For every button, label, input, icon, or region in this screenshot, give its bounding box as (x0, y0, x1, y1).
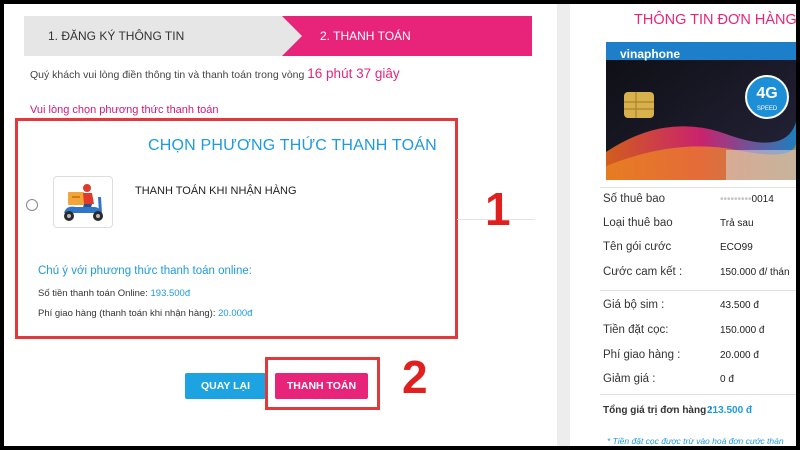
summary-label: Cước cam kết : (603, 266, 683, 278)
step-register-info[interactable]: 1. ĐĂNG KÝ THÔNG TIN (24, 16, 302, 56)
notice-text: Quý khách vui lòng điền thông tin và tha… (30, 69, 305, 81)
ship-fee-line: Phí giao hàng (thanh toán khi nhận hàng)… (38, 308, 252, 319)
deposit-footnote: * Tiền đặt cọc được trừ vào hoá đơn cước… (607, 436, 784, 446)
summary-row-total: Tổng giá trị đơn hàng : 213.500 đ (603, 404, 796, 422)
time-limit-notice: Quý khách vui lòng điền thông tin và tha… (30, 66, 400, 81)
sim-card-image: vinaphone 4G SPEED (606, 42, 796, 180)
summary-row-package: Tên gói cước ECO99 (603, 241, 796, 259)
online-amount-label: Số tiền thanh toán Online: (38, 288, 148, 299)
order-summary-title: THÔNG TIN ĐƠN HÀNG (634, 12, 796, 28)
countdown-timer: 16 phút 37 giây (307, 66, 400, 81)
summary-divider (600, 394, 796, 395)
phone-suffix: 0014 (751, 194, 774, 205)
annotation-number-1: 1 (485, 183, 511, 235)
summary-row-plan-type: Loại thuê bao Trả sau (603, 217, 796, 235)
summary-value: ECO99 (720, 242, 753, 253)
cod-method-label[interactable]: THANH TOÁN KHI NHẬN HÀNG (135, 185, 297, 197)
badge-4g-text: 4G (756, 85, 778, 102)
cod-radio[interactable] (26, 199, 38, 211)
order-summary-panel: THÔNG TIN ĐƠN HÀNG vinaphone 4G SPEED Số… (570, 4, 796, 446)
summary-label: Giá bộ sim : (603, 299, 665, 311)
summary-divider (600, 187, 796, 188)
online-payment-note: Chú ý với phương thức thanh toán online: (38, 265, 252, 277)
summary-label: Tiền đặt cọc: (603, 324, 669, 336)
summary-row-discount: Giảm giá : 0 đ (603, 373, 796, 391)
screenshot-frame: 1. ĐĂNG KÝ THÔNG TIN 2. THANH TOÁN Quý k… (4, 4, 796, 446)
payment-method-box: CHỌN PHƯƠNG THỨC THANH TOÁN THANH TOÁN K… (15, 118, 458, 339)
summary-value: •••••••••0014 (720, 194, 774, 205)
pay-button[interactable]: THANH TOÁN (275, 373, 368, 399)
summary-row-phone: Số thuê bao •••••••••0014 (603, 193, 796, 211)
ship-fee-label: Phí giao hàng (thanh toán khi nhận hàng)… (38, 308, 216, 319)
summary-divider (600, 290, 796, 291)
order-total-value: 213.500 đ (707, 405, 753, 416)
summary-value: 0 đ (720, 374, 734, 385)
summary-label: Phí giao hàng : (603, 349, 681, 361)
step-payment-active[interactable]: 2. THANH TOÁN (282, 16, 532, 56)
summary-row-shipping: Phí giao hàng : 20.000 đ (603, 349, 796, 367)
payment-method-title: CHỌN PHƯƠNG THỨC THANH TOÁN (148, 137, 437, 154)
online-amount-value: 193.500đ (150, 288, 191, 299)
delivery-scooter-icon (53, 176, 113, 228)
summary-value: 20.000 đ (720, 350, 759, 361)
summary-value: 43.500 đ (720, 300, 759, 311)
ship-fee-value: 20.000đ (218, 308, 253, 319)
sim-brand-logo: vinaphone (620, 47, 681, 61)
summary-label: Tên gói cước (603, 241, 672, 253)
summary-label: Số thuê bao (603, 193, 666, 205)
order-total-label: Tổng giá trị đơn hàng : (603, 405, 713, 416)
4g-speed-badge: 4G SPEED (745, 75, 789, 119)
summary-value: 150.000 đ (720, 325, 765, 336)
summary-row-sim-price: Giá bộ sim : 43.500 đ (603, 299, 796, 317)
summary-value: Trả sau (720, 218, 754, 229)
obscured-digits: ••••••••• (720, 194, 752, 205)
summary-label: Giảm giá : (603, 373, 656, 385)
annotation-number-2: 2 (402, 351, 428, 403)
checkout-panel: 1. ĐĂNG KÝ THÔNG TIN 2. THANH TOÁN Quý k… (4, 4, 557, 446)
summary-row-deposit: Tiền đặt cọc: 150.000 đ (603, 324, 796, 342)
summary-value: 150.000 đ/ thán (720, 267, 790, 278)
choose-method-hint: Vui lòng chọn phương thức thanh toán (30, 104, 219, 116)
checkout-steps: 1. ĐĂNG KÝ THÔNG TIN 2. THANH TOÁN (24, 16, 532, 56)
badge-speed-text: SPEED (756, 106, 778, 112)
online-amount-line: Số tiền thanh toán Online: 193.500đ (38, 288, 190, 299)
back-button[interactable]: QUAY LẠI (185, 373, 266, 399)
summary-label: Loại thuê bao (603, 217, 673, 229)
summary-row-commitment: Cước cam kết : 150.000 đ/ thán (603, 266, 796, 284)
